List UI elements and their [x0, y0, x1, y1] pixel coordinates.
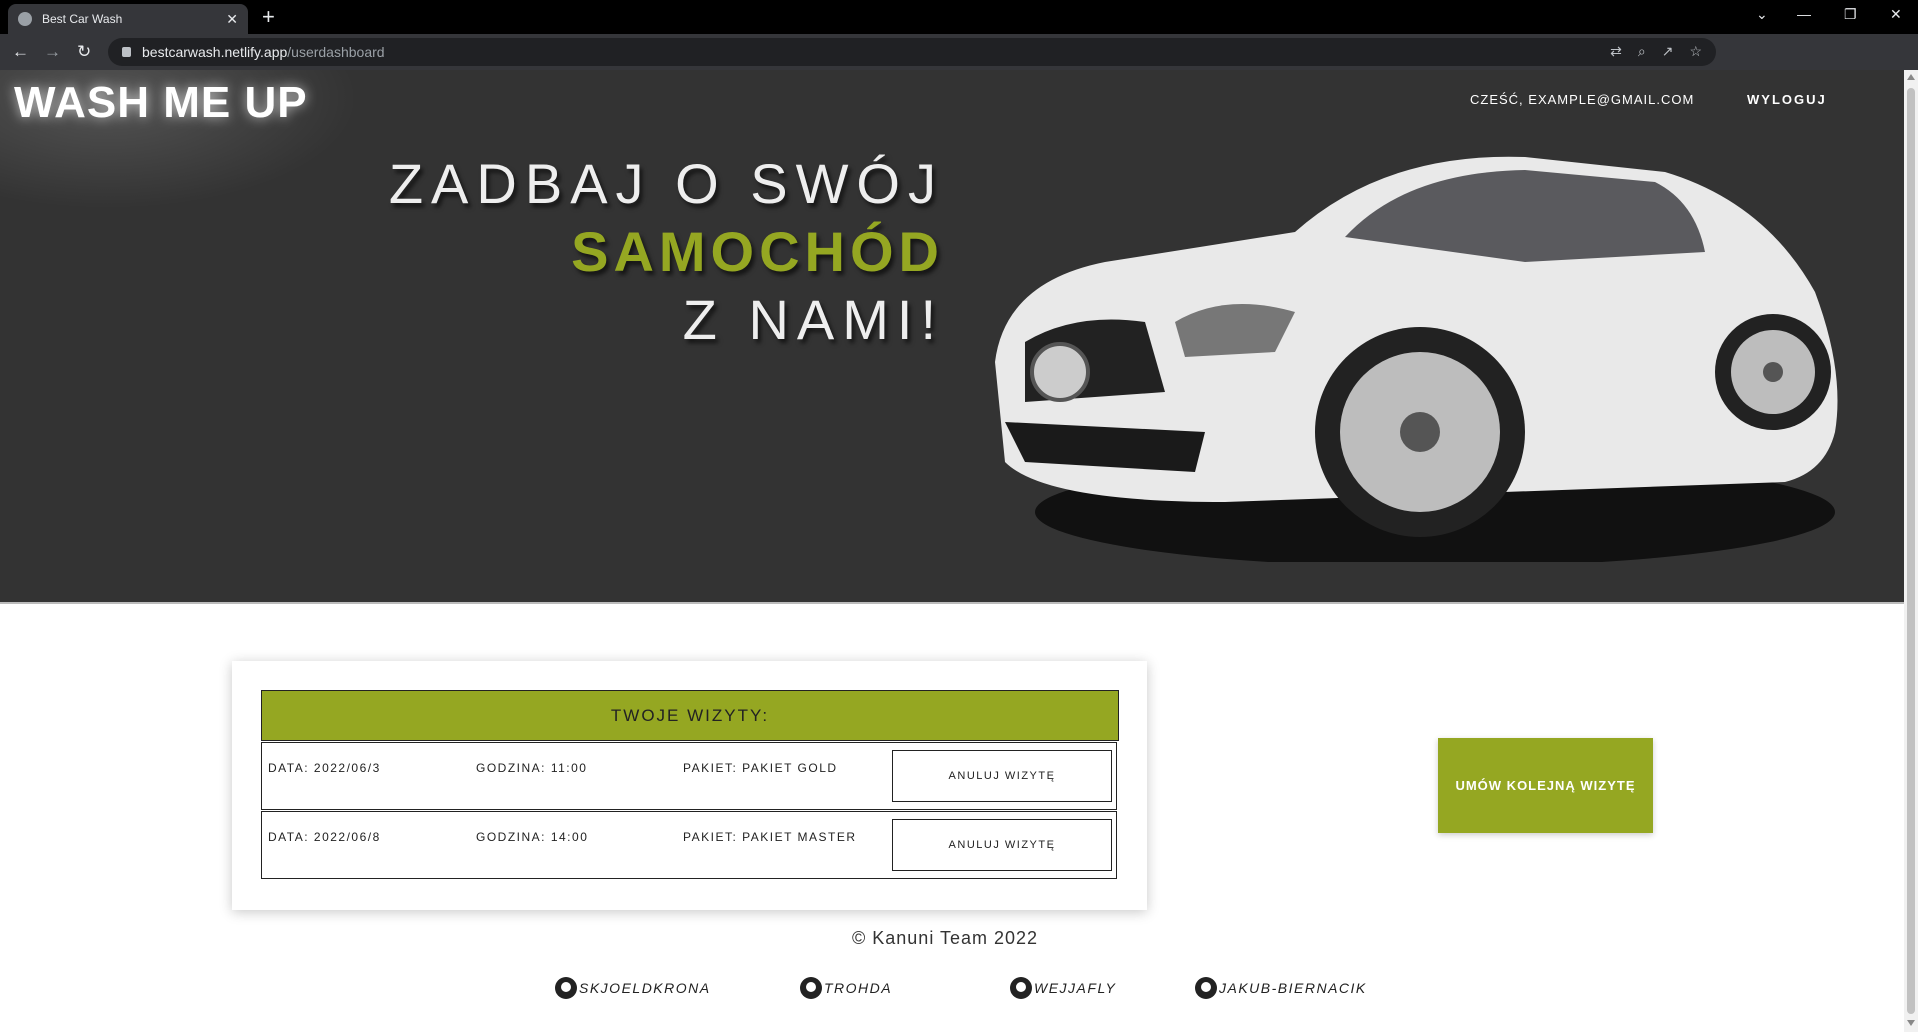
- browser-toolbar: ← → ↻ bestcarwash.netlify.app /userdashb…: [0, 34, 1918, 70]
- visit-date: DATA: 2022/06/3: [268, 761, 381, 775]
- github-username[interactable]: SKJOELDKRONA: [579, 980, 711, 996]
- globe-icon: [18, 12, 32, 26]
- visit-row: DATA: 2022/06/3 GODZINA: 11:00 PAKIET: P…: [261, 742, 1117, 810]
- book-visit-button[interactable]: UMÓW KOLEJNĄ WIZYTĘ: [1438, 738, 1653, 833]
- visit-package: PAKIET: PAKIET MASTER: [683, 830, 857, 844]
- reload-icon[interactable]: ↻: [77, 42, 91, 62]
- hero-divider: [0, 602, 1904, 604]
- scroll-down-icon[interactable]: [1907, 1020, 1915, 1026]
- address-bar[interactable]: bestcarwash.netlify.app /userdashboard ⇄…: [108, 38, 1716, 66]
- github-link[interactable]: JAKUB-BIERNACIK: [1195, 977, 1367, 999]
- visits-title: TWOJE WIZYTY:: [610, 705, 770, 725]
- scroll-thumb[interactable]: [1907, 88, 1915, 1014]
- headline-line-2: SAMOCHÓD: [571, 220, 944, 283]
- cancel-visit-button[interactable]: ANULUJ WIZYTĘ: [892, 819, 1112, 871]
- scroll-up-icon[interactable]: [1907, 74, 1915, 80]
- logout-link[interactable]: WYLOGUJ: [1747, 92, 1827, 107]
- github-icon: [555, 977, 577, 999]
- github-link[interactable]: TROHDA: [800, 977, 892, 999]
- tab-search-icon[interactable]: ⌄: [1756, 6, 1768, 23]
- github-icon: [1195, 977, 1217, 999]
- visit-row: DATA: 2022/06/8 GODZINA: 14:00 PAKIET: P…: [261, 811, 1117, 879]
- visits-header: TWOJE WIZYTY:: [261, 690, 1119, 741]
- forward-arrow-icon[interactable]: →: [44, 42, 61, 62]
- lock-icon: [122, 47, 131, 57]
- url-host: bestcarwash.netlify.app: [142, 44, 288, 60]
- tab-title: Best Car Wash: [42, 12, 123, 26]
- zoom-icon[interactable]: ⌕: [1638, 43, 1646, 60]
- tab-close-icon[interactable]: ✕: [226, 11, 238, 28]
- github-username[interactable]: TROHDA: [824, 980, 892, 996]
- browser-tab[interactable]: Best Car Wash ✕: [8, 4, 248, 34]
- browser-tab-bar: Best Car Wash ✕ + ⌄ — ❐ ✕: [0, 0, 1918, 34]
- star-icon[interactable]: ☆: [1689, 43, 1702, 60]
- new-tab-button[interactable]: +: [262, 6, 275, 28]
- url-path: /userdashboard: [287, 44, 385, 60]
- hero-headline: ZADBAJ O SWÓJ SAMOCHÓD Z NAMI!: [389, 150, 944, 354]
- github-username[interactable]: JAKUB-BIERNACIK: [1219, 980, 1367, 996]
- copyright-text: © Kanuni Team 2022: [852, 928, 1039, 948]
- back-arrow-icon[interactable]: ←: [12, 42, 29, 62]
- headline-line-1: ZADBAJ O SWÓJ: [388, 152, 944, 215]
- github-link[interactable]: WEJJAFLY: [1010, 977, 1116, 999]
- visit-time: GODZINA: 14:00: [476, 830, 589, 844]
- headline-line-3: Z NAMI!: [682, 288, 944, 351]
- page-scrollbar[interactable]: [1904, 70, 1918, 1032]
- hero-section: WASH ME UP CZEŚĆ, EXAMPLE@GMAIL.COM WYLO…: [0, 70, 1904, 602]
- cancel-visit-button[interactable]: ANULUJ WIZYTĘ: [892, 750, 1112, 802]
- minimize-button[interactable]: —: [1797, 6, 1811, 22]
- share-icon[interactable]: ↗: [1662, 43, 1674, 60]
- github-icon: [800, 977, 822, 999]
- close-window-button[interactable]: ✕: [1890, 6, 1902, 23]
- visits-card: TWOJE WIZYTY: DATA: 2022/06/3 GODZINA: 1…: [232, 661, 1147, 910]
- visit-time: GODZINA: 11:00: [476, 761, 588, 775]
- site-logo[interactable]: WASH ME UP: [14, 78, 308, 128]
- car-image: [995, 156, 1838, 562]
- restore-button[interactable]: ❐: [1844, 6, 1857, 23]
- visit-package: PAKIET: PAKIET GOLD: [683, 761, 838, 775]
- user-greeting: CZEŚĆ, EXAMPLE@GMAIL.COM: [1470, 92, 1695, 107]
- github-username[interactable]: WEJJAFLY: [1034, 980, 1116, 996]
- github-link[interactable]: SKJOELDKRONA: [555, 977, 711, 999]
- translate-icon[interactable]: ⇄: [1610, 43, 1622, 60]
- github-icon: [1010, 977, 1032, 999]
- visit-date: DATA: 2022/06/8: [268, 830, 381, 844]
